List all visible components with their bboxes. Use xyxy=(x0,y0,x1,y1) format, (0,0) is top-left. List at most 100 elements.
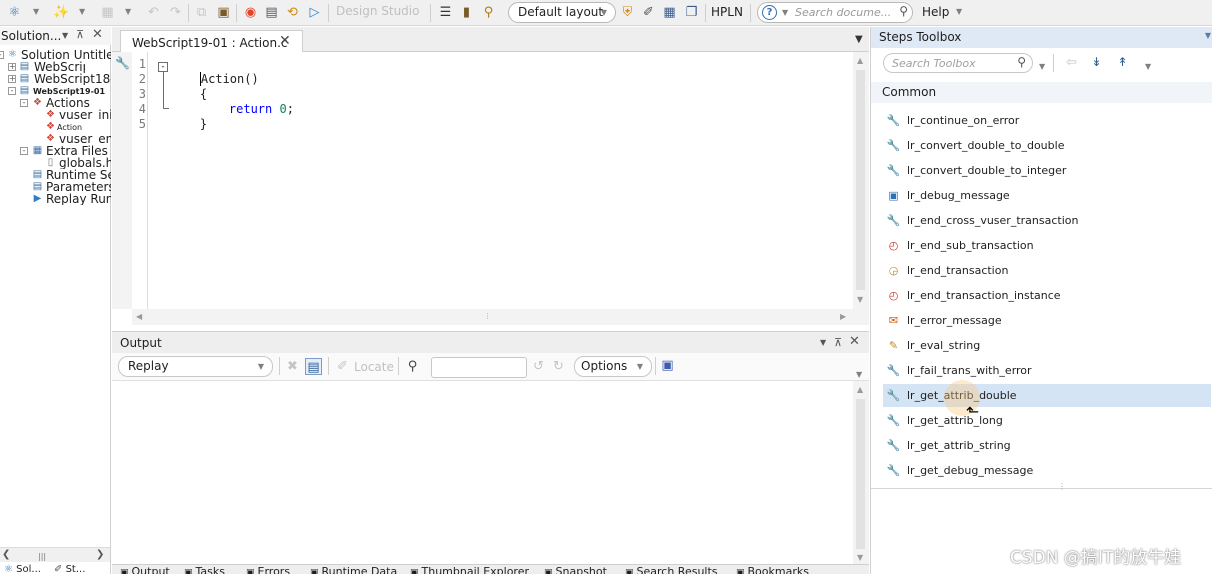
tree-item[interactable]: - ▤ WebScript19-01 xyxy=(0,85,111,97)
horizontal-scrollbar[interactable]: ◀ ⋮ ▶ xyxy=(132,309,869,325)
fold-toggle-icon[interactable]: - xyxy=(158,62,168,72)
vertical-scrollbar[interactable]: ▲ ▼ xyxy=(853,381,869,564)
tree-item[interactable]: + ▤ WebScript18-0 xyxy=(0,73,111,85)
tree-item[interactable]: ❖ vuser_init xyxy=(0,109,111,121)
collapse-icon[interactable]: - xyxy=(20,99,28,107)
step-item[interactable]: 🔧 lr_get_debug_message xyxy=(883,459,1211,482)
scroll-left-icon[interactable]: ❮ xyxy=(2,549,10,560)
expand-all-icon[interactable]: ↡ xyxy=(1088,54,1105,71)
step-item[interactable]: ◶ lr_end_transaction xyxy=(883,259,1211,282)
hpln-button[interactable]: HPLN xyxy=(711,5,743,19)
step-item[interactable]: 🔧 lr_get_attrib_long xyxy=(883,409,1211,432)
collapse-icon[interactable]: - xyxy=(0,51,4,59)
step-item[interactable]: ◴ lr_end_transaction_instance xyxy=(883,284,1211,307)
tree-item[interactable]: ▤ Parameters xyxy=(0,181,111,193)
tab-snapshot[interactable]: ▣ Snapshot xyxy=(544,565,607,574)
chevron-down-icon[interactable]: ▼ xyxy=(62,31,68,40)
step-item[interactable]: 🔧 lr_fail_trans_with_error xyxy=(883,359,1211,382)
step-item[interactable]: 🔧 lr_continue_on_error xyxy=(883,109,1211,132)
chevron-down-icon[interactable]: ▼ xyxy=(33,7,39,16)
scroll-right-icon[interactable]: ❯ xyxy=(96,549,104,560)
solution-icon[interactable]: ⚛ xyxy=(6,4,23,21)
tree-item[interactable]: ▤ Runtime Set xyxy=(0,169,111,181)
bookmark-icon[interactable]: ▮ xyxy=(458,4,475,21)
locate-button[interactable]: Locate xyxy=(354,360,394,374)
list-icon[interactable]: ☰ xyxy=(437,4,454,21)
options-dropdown[interactable]: Options ▼ xyxy=(574,356,652,377)
search-icon[interactable]: ⚲ xyxy=(1017,55,1026,69)
tab-menu-icon[interactable]: ▼ xyxy=(855,34,863,45)
tab-solution[interactable]: ⚛ Sol... xyxy=(4,563,41,574)
tab-errors[interactable]: ▣ Errors xyxy=(246,565,290,574)
step-item[interactable]: ◴ lr_end_sub_transaction xyxy=(883,234,1211,257)
close-icon[interactable]: ✕ xyxy=(849,334,860,349)
expand-icon[interactable]: + xyxy=(8,75,16,83)
chevron-down-icon[interactable]: ▼ xyxy=(820,338,826,347)
tree-item[interactable]: - ▦ Extra Files xyxy=(0,145,111,157)
scroll-right-icon[interactable]: ▶ xyxy=(840,312,846,321)
output-source-dropdown[interactable]: Replay ▼ xyxy=(118,356,273,377)
layout-dropdown[interactable]: Default layout ▼ xyxy=(508,2,616,23)
step-item[interactable]: ✉ lr_error_message xyxy=(883,309,1211,332)
doc-search-box[interactable]: ? ▼ Search docume... ⚲ xyxy=(757,2,913,23)
tree-item[interactable]: ▶ Replay Run xyxy=(0,193,111,205)
scroll-thumb[interactable] xyxy=(856,399,865,549)
step-item[interactable]: 🔧 lr_end_cross_vuser_transaction xyxy=(883,209,1211,232)
step-item[interactable]: 🔧 lr_convert_double_to_double xyxy=(883,134,1211,157)
tab-tasks[interactable]: ▣ Tasks xyxy=(184,565,225,574)
undo-icon[interactable]: ↶ xyxy=(145,4,162,21)
output-search-input[interactable] xyxy=(431,357,527,378)
run-icon[interactable]: ▷ xyxy=(306,4,323,21)
tab-action-c[interactable]: WebScript19-01 : Action.c ✕ xyxy=(120,30,303,53)
scroll-thumb[interactable]: ||| xyxy=(38,552,46,561)
tab-output[interactable]: ▣ Output xyxy=(120,565,170,574)
pin-icon[interactable]: ⊼ xyxy=(834,336,842,349)
vertical-scrollbar[interactable]: ▲ ▼ xyxy=(853,52,869,309)
scroll-left-icon[interactable]: ◀ xyxy=(136,312,142,321)
code-editor[interactable]: 🔧 1 2 3 4 5 - Action() { return 0; } ▲ ▼… xyxy=(112,52,869,325)
chevron-down-icon[interactable]: ▼ xyxy=(956,7,962,16)
collapse-all-icon[interactable]: ↟ xyxy=(1114,54,1131,71)
splitter-grip-icon[interactable]: ⋮ xyxy=(1058,482,1066,491)
help-menu[interactable]: Help xyxy=(922,5,949,19)
new-script-icon[interactable]: ✨ xyxy=(53,4,70,21)
toolbox-search-input[interactable]: Search Toolbox ⚲ xyxy=(883,53,1033,73)
step-item[interactable]: ✎ lr_eval_string xyxy=(883,334,1211,357)
scroll-down-icon[interactable]: ▼ xyxy=(857,553,863,562)
close-icon[interactable]: ✕ xyxy=(279,33,291,49)
tab-search-results[interactable]: ▣ Search Results xyxy=(625,565,718,574)
chevron-down-icon[interactable]: ▼ xyxy=(1205,31,1211,40)
collapse-icon[interactable]: - xyxy=(20,147,28,155)
step-item[interactable]: 🔧 lr_get_attrib_double xyxy=(883,384,1211,407)
step-item[interactable]: ▣ lr_debug_message xyxy=(883,184,1211,207)
output-body[interactable]: ▲ ▼ xyxy=(112,381,869,564)
tree-item[interactable]: ❖ Action xyxy=(0,121,111,133)
wrap-icon[interactable]: ▤ xyxy=(305,358,322,375)
pin-icon[interactable]: ⊼ xyxy=(76,28,84,41)
tab-steps[interactable]: ✐ St... xyxy=(54,563,85,574)
tab-bookmarks[interactable]: ▣ Bookmarks xyxy=(736,565,809,574)
replay-step-icon[interactable]: ⟲ xyxy=(284,4,301,21)
search-icon[interactable]: ⚲ xyxy=(899,4,908,18)
window-icon[interactable]: ❐ xyxy=(683,4,700,21)
grid-icon[interactable]: ▦ xyxy=(661,4,678,21)
chevron-down-icon[interactable]: ▼ xyxy=(1039,62,1045,71)
splitter-grip-icon[interactable]: ⋮ xyxy=(484,312,491,320)
shield-icon[interactable]: ⛨ xyxy=(619,4,636,21)
design-studio-button[interactable]: Design Studio xyxy=(336,4,419,18)
tree-item[interactable]: + ▤ WebScrip xyxy=(0,61,85,73)
next-icon[interactable]: ↻ xyxy=(550,358,567,375)
chevron-down-icon[interactable]: ▼ xyxy=(856,370,862,379)
save-icon[interactable]: ▣ xyxy=(659,357,676,374)
step-item[interactable]: 🔧 lr_convert_double_to_integer xyxy=(883,159,1211,182)
chevron-down-icon[interactable]: ▼ xyxy=(1145,62,1151,71)
previous-icon[interactable]: ↺ xyxy=(530,358,547,375)
chevron-down-icon[interactable]: ▼ xyxy=(125,7,131,16)
collapse-icon[interactable]: - xyxy=(8,87,16,95)
redo-icon[interactable]: ↷ xyxy=(167,4,184,21)
locate-icon[interactable]: ✐ xyxy=(334,358,351,375)
compile-icon[interactable]: ▤ xyxy=(263,4,280,21)
close-icon[interactable]: ✕ xyxy=(92,27,103,42)
step-item[interactable]: 🔧 lr_get_attrib_string xyxy=(883,434,1211,457)
record-icon[interactable]: ◉ xyxy=(242,4,259,21)
